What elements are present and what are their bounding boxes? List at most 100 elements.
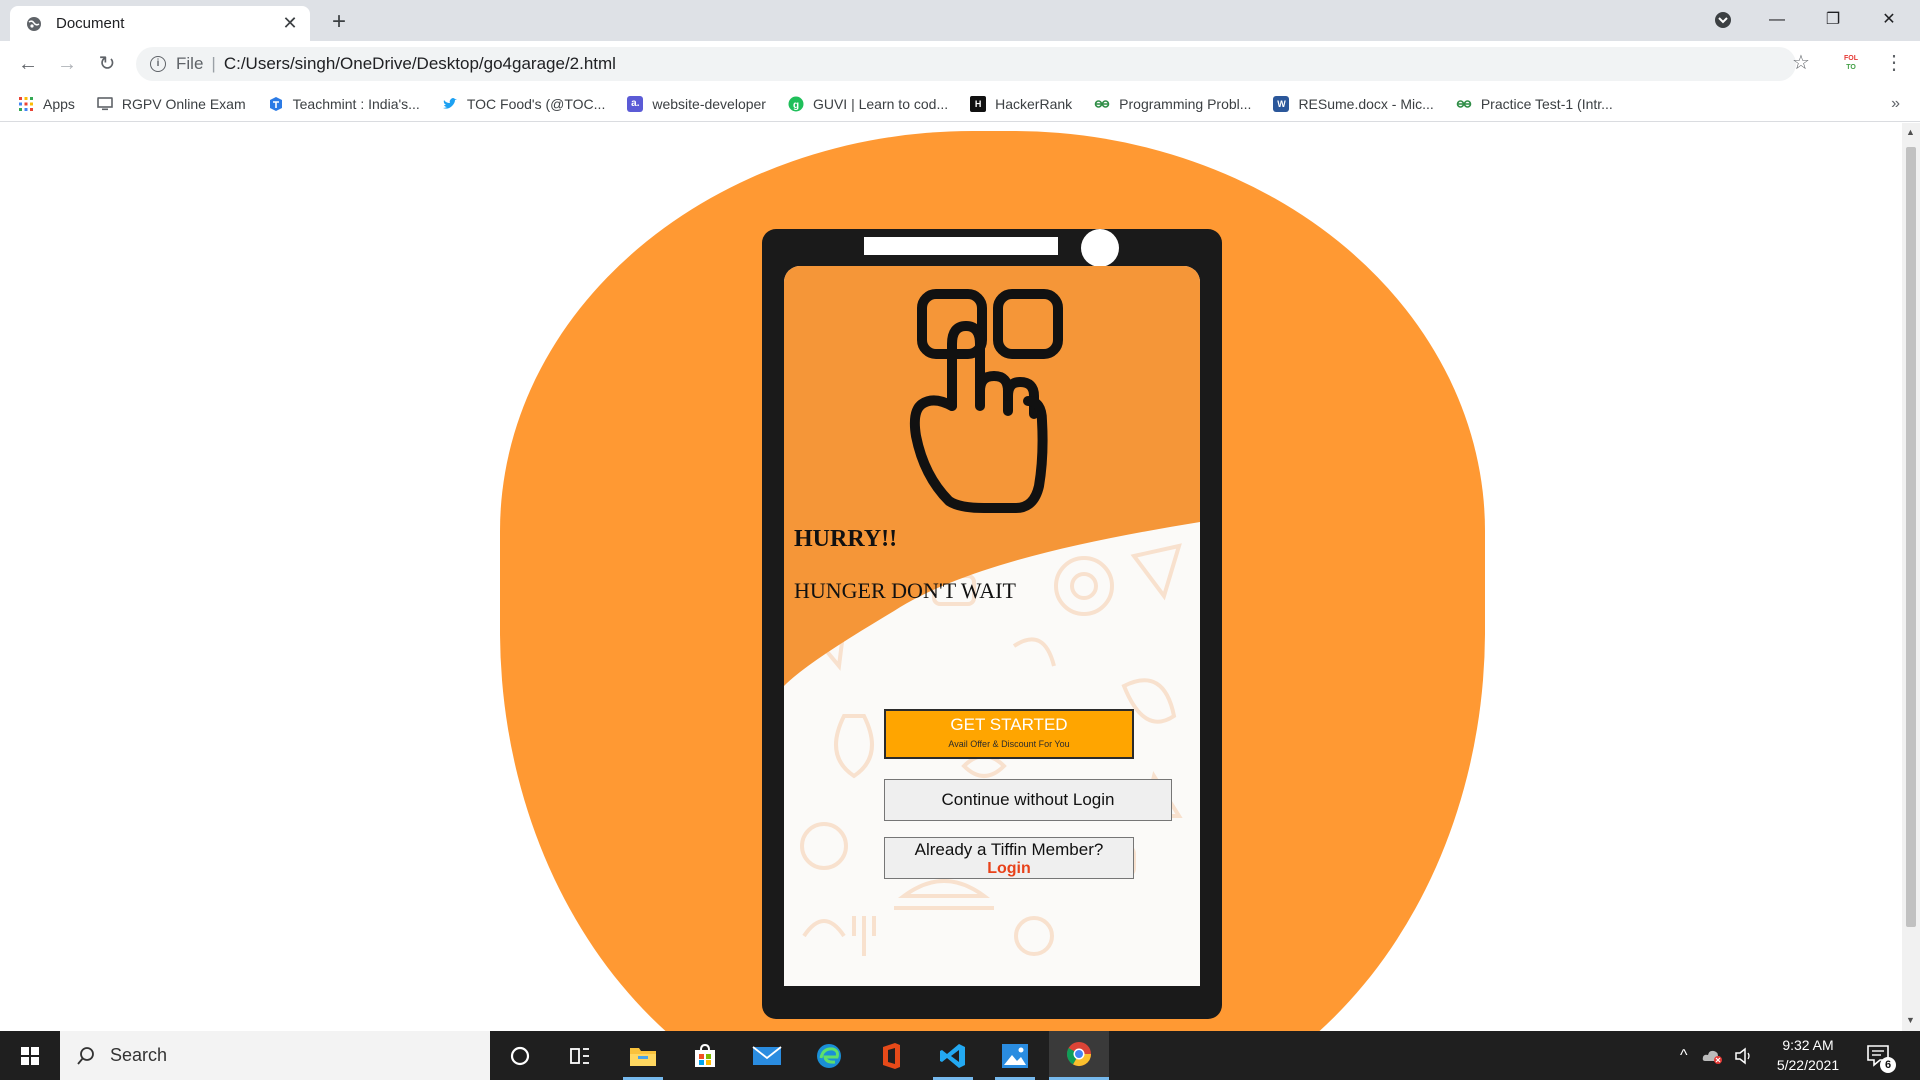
reload-icon[interactable]: ↻ <box>93 50 121 78</box>
menu-kebab-icon[interactable]: ⋮ <box>1884 50 1904 75</box>
browser-toolbar: ← → ↻ i File | C:/Users/singh/OneDrive/D… <box>0 41 1920 87</box>
task-view-icon[interactable] <box>552 1031 608 1080</box>
window-close-icon[interactable]: ✕ <box>1866 6 1912 34</box>
edge-icon[interactable] <box>801 1031 857 1080</box>
get-started-label: GET STARTED <box>950 715 1068 734</box>
back-arrow-icon[interactable]: ← <box>14 50 42 78</box>
browser-tab[interactable]: Document ✕ <box>10 6 310 41</box>
bookmark-label: Programming Probl... <box>1119 96 1252 112</box>
member-login-button[interactable]: Already a Tiffin Member? Login <box>884 837 1134 879</box>
phone-screen-bottom <box>784 966 1200 986</box>
bookmark-label: RESume.docx - Mic... <box>1298 96 1434 112</box>
continue-without-login-button[interactable]: Continue without Login <box>884 779 1172 821</box>
bookmark-website-developer[interactable]: a. website-developer <box>627 96 766 112</box>
bookmark-label: TOC Food's (@TOC... <box>466 96 606 112</box>
scroll-down-icon[interactable]: ▼ <box>1906 1015 1915 1025</box>
gfg-icon <box>1094 100 1110 108</box>
store-icon[interactable] <box>677 1031 733 1080</box>
phone-screen: HURRY!! HUNGER DON'T WAIT GET STARTED Av… <box>784 266 1200 966</box>
notification-count-badge: 6 <box>1880 1057 1896 1073</box>
bookmark-label: RGPV Online Exam <box>121 96 246 112</box>
tab-search-icon[interactable] <box>1700 6 1746 34</box>
hackerrank-icon: H <box>970 96 987 112</box>
bookmark-star-icon[interactable]: ☆ <box>1792 50 1810 75</box>
address-bar[interactable]: i File | C:/Users/singh/OneDrive/Desktop… <box>136 47 1796 81</box>
twitter-icon <box>442 98 457 109</box>
file-explorer-icon[interactable] <box>615 1031 671 1080</box>
page-viewport: HURRY!! HUNGER DON'T WAIT GET STARTED Av… <box>0 123 1902 1031</box>
member-question: Already a Tiffin Member? <box>914 840 1104 859</box>
mail-icon[interactable] <box>739 1031 795 1080</box>
word-icon: W <box>1273 96 1290 112</box>
a-icon: a. <box>627 96 644 112</box>
subheadline: HUNGER DON'T WAIT <box>794 578 1016 603</box>
phone-frame: HURRY!! HUNGER DON'T WAIT GET STARTED Av… <box>762 229 1222 1019</box>
minimize-icon[interactable]: — <box>1754 6 1800 34</box>
login-link[interactable]: Login <box>885 860 1133 878</box>
scroll-up-icon[interactable]: ▲ <box>1906 127 1915 137</box>
bookmark-toc-food[interactable]: TOC Food's (@TOC... <box>442 96 606 112</box>
tab-strip: Document ✕ + — ❐ ✕ <box>0 0 1920 41</box>
info-icon[interactable]: i <box>150 56 166 72</box>
clock-date: 5/22/2021 <box>1776 1057 1840 1073</box>
taskbar-search-box[interactable]: Search <box>60 1031 490 1080</box>
gfg-icon <box>1456 100 1472 108</box>
headline: HURRY!! <box>794 526 898 552</box>
windows-start-icon[interactable] <box>0 1031 60 1080</box>
url-scheme: File <box>176 54 204 73</box>
chrome-icon[interactable] <box>1049 1031 1109 1080</box>
tap-finger-icon <box>909 289 1063 513</box>
scroll-thumb[interactable] <box>1906 147 1916 927</box>
svg-text:TO: TO <box>1846 64 1856 71</box>
guvi-icon: g <box>788 96 804 112</box>
phone-camera <box>1081 229 1119 267</box>
teachmint-icon <box>269 97 282 111</box>
search-icon <box>77 1046 94 1065</box>
vscode-icon[interactable] <box>925 1031 981 1080</box>
get-started-sublabel: Avail Offer & Discount For You <box>948 739 1070 749</box>
extension-icon[interactable]: FOL TO <box>1840 51 1862 73</box>
tab-title: Document <box>56 15 125 32</box>
bookmarks-bar: Apps RGPV Online Exam Teachmint : India'… <box>0 87 1920 122</box>
restore-icon[interactable]: ❐ <box>1810 6 1856 34</box>
url-separator: | <box>211 54 216 73</box>
vertical-scrollbar[interactable]: ▲ ▼ <box>1902 123 1920 1031</box>
bookmark-programming-problems[interactable]: Programming Probl... <box>1094 96 1251 112</box>
bookmark-label: HackerRank <box>995 96 1073 112</box>
bookmark-hackerrank[interactable]: H HackerRank <box>970 96 1072 112</box>
bookmark-label: Teachmint : India's... <box>292 96 420 112</box>
system-tray: ^ <box>1680 1031 1754 1080</box>
chevron-up-icon[interactable]: ^ <box>1680 1047 1688 1065</box>
bookmark-label: Apps <box>43 96 75 112</box>
photos-icon[interactable] <box>987 1031 1043 1080</box>
bookmark-label: website-developer <box>652 96 766 112</box>
system-clock[interactable]: 9:32 AM 5/22/2021 <box>1768 1035 1848 1075</box>
bookmark-label: GUVI | Learn to cod... <box>812 96 949 112</box>
onedrive-error-icon[interactable] <box>1702 1047 1724 1065</box>
bookmark-label: Practice Test-1 (Intr... <box>1480 96 1613 112</box>
more-bookmarks-icon[interactable]: » <box>1891 95 1900 113</box>
phone-speaker <box>864 237 1058 255</box>
bookmark-apps[interactable]: Apps <box>18 96 75 112</box>
new-tab-icon[interactable]: + <box>326 8 352 36</box>
tab-close-icon[interactable]: ✕ <box>280 13 300 34</box>
forward-arrow-icon[interactable]: → <box>53 50 81 78</box>
office-icon[interactable] <box>863 1031 919 1080</box>
cortana-icon[interactable] <box>492 1031 548 1080</box>
svg-text:FOL: FOL <box>1844 55 1859 62</box>
windows-taskbar: Search ^ 9:32 AM 5/22/2021 6 <box>0 1031 1920 1080</box>
bookmark-teachmint[interactable]: Teachmint : India's... <box>268 96 420 112</box>
speaker-icon[interactable] <box>1734 1046 1754 1065</box>
bookmark-resume[interactable]: W RESume.docx - Mic... <box>1273 96 1434 112</box>
svg-text:g: g <box>793 100 799 111</box>
monitor-icon <box>97 97 113 111</box>
get-started-button[interactable]: GET STARTED Avail Offer & Discount For Y… <box>884 709 1134 759</box>
search-label: Search <box>110 1045 168 1065</box>
bookmark-practice-test[interactable]: Practice Test-1 (Intr... <box>1456 96 1613 112</box>
bookmark-rgpv[interactable]: RGPV Online Exam <box>97 96 246 112</box>
clock-time: 9:32 AM <box>1782 1037 1834 1053</box>
apps-grid-icon <box>19 97 33 111</box>
bookmark-guvi[interactable]: g GUVI | Learn to cod... <box>788 96 948 112</box>
url-text: C:/Users/singh/OneDrive/Desktop/go4garag… <box>223 54 616 73</box>
globe-icon <box>27 16 41 31</box>
